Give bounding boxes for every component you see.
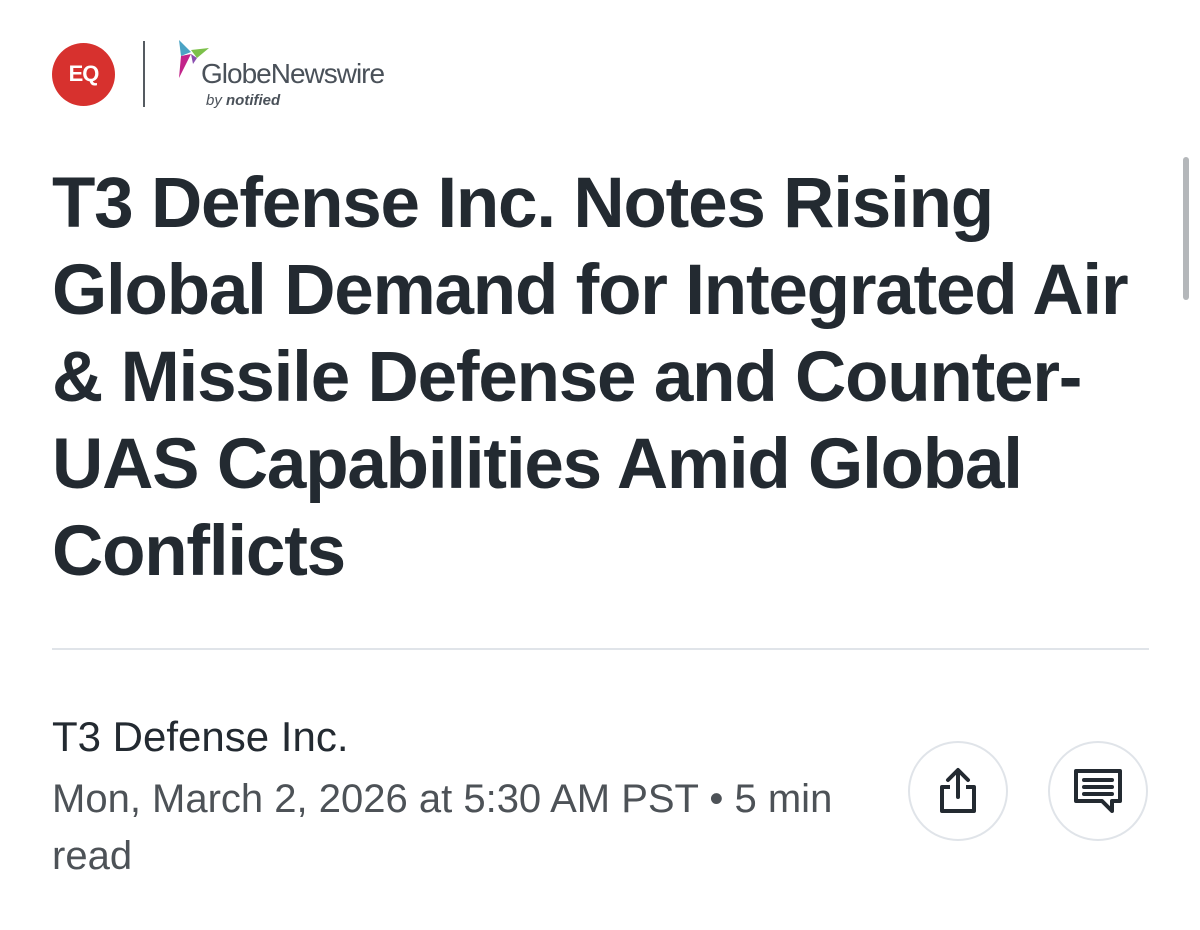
provider-subtitle: by notified	[206, 92, 280, 109]
globenewswire-logo[interactable]: GlobeNewswire by notified	[173, 38, 413, 110]
article-byline[interactable]: T3 Defense Inc.	[52, 712, 348, 762]
header: EQ GlobeNewswire by notified	[52, 38, 413, 110]
article-meta: Mon, March 2, 2026 at 5:30 AM PST • 5 mi…	[52, 777, 833, 878]
scrollbar[interactable]	[1183, 157, 1189, 300]
comment-button[interactable]	[1048, 741, 1148, 841]
comment-icon	[1074, 769, 1122, 813]
provider-name: GlobeNewswire	[201, 58, 385, 89]
provider-sub-prefix: by	[206, 92, 222, 109]
share-button[interactable]	[908, 741, 1008, 841]
eq-logo[interactable]: EQ	[52, 42, 115, 106]
provider-sub-brand: notified	[226, 92, 281, 109]
eq-logo-label: EQ	[68, 61, 100, 86]
share-icon	[940, 768, 976, 813]
article-title: T3 Defense Inc. Notes Rising Global Dema…	[52, 164, 1129, 591]
title-divider	[52, 648, 1149, 650]
header-divider	[143, 41, 145, 107]
